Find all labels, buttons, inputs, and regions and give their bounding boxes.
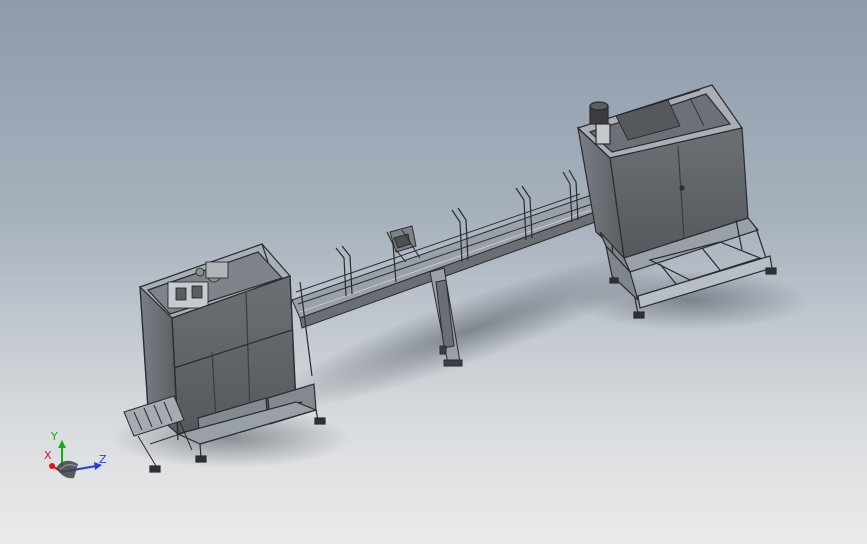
axis-z-label: Z	[99, 453, 107, 466]
axis-x-label: X	[44, 449, 52, 462]
machine-assembly-model[interactable]	[0, 0, 867, 544]
graphics-viewport[interactable]: Y X Z	[0, 0, 867, 544]
coordinate-triad[interactable]: Y X Z	[38, 428, 118, 488]
axis-y-label: Y	[51, 430, 58, 443]
